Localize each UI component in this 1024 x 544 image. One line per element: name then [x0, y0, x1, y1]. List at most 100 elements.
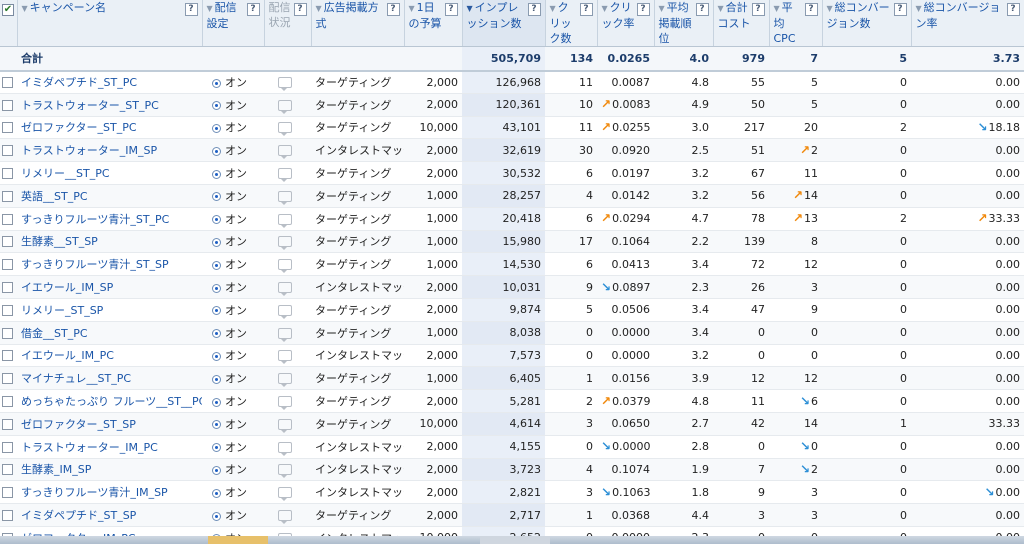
- status-cell[interactable]: オン: [202, 503, 264, 527]
- campaign-name-link[interactable]: すっきりフルーツ青汁_ST_SP: [17, 252, 202, 277]
- state-cell[interactable]: [264, 298, 311, 322]
- speech-bubble-icon[interactable]: [278, 327, 292, 342]
- radio-on-icon[interactable]: [212, 78, 221, 88]
- state-cell[interactable]: [264, 389, 311, 413]
- column-header-method[interactable]: ▼ 広告掲載方式?: [311, 0, 405, 47]
- help-icon[interactable]: ?: [184, 3, 198, 16]
- campaign-name-link[interactable]: イミダペプチド_ST_PC: [17, 70, 202, 94]
- campaign-name-link[interactable]: ゼロファクター_IM_PC: [17, 526, 202, 536]
- column-header-cost[interactable]: ▼ 合計コスト?: [713, 0, 770, 47]
- speech-bubble-icon[interactable]: [278, 168, 292, 183]
- radio-on-icon[interactable]: [212, 146, 221, 156]
- column-header-cvr[interactable]: ▼ 総コンバージョン率?: [911, 0, 1024, 47]
- speech-bubble-icon[interactable]: [278, 350, 292, 365]
- table-row[interactable]: イエウール_IM_PCオンインタレストマッチ2,0007,57300.00003…: [0, 344, 1024, 368]
- status-cell[interactable]: オン: [202, 344, 264, 368]
- state-cell[interactable]: [264, 230, 311, 254]
- speech-bubble-icon[interactable]: [278, 373, 292, 388]
- table-row[interactable]: 英語__ST_PC オン ターゲティング 1,000 28,257 4 0.0142 3.2 5…: [0, 184, 1024, 208]
- column-header-cb[interactable]: ✔: [0, 0, 18, 47]
- state-cell[interactable]: [264, 252, 311, 277]
- status-cell[interactable]: オン: [202, 252, 264, 277]
- column-header-conv[interactable]: ▼ 総コンバージョン数?: [822, 0, 912, 47]
- radio-on-icon[interactable]: [212, 192, 221, 202]
- sort-triangle-icon[interactable]: ▼: [207, 4, 213, 13]
- speech-bubble-icon[interactable]: [278, 236, 292, 251]
- state-cell[interactable]: [264, 503, 311, 527]
- radio-on-icon[interactable]: [212, 351, 221, 361]
- state-cell[interactable]: [264, 93, 311, 117]
- campaign-name-link[interactable]: 生酵素_IM_SP: [17, 458, 202, 482]
- row-checkbox[interactable]: [2, 418, 13, 430]
- table-row[interactable]: トラストウォーター_ST_PC オン ターゲティング 2,000 120,361 10 ↗0…: [0, 93, 1024, 117]
- state-cell[interactable]: [264, 116, 311, 140]
- table-row[interactable]: 生酵素__ST_SP オン ターゲティング 1,000 15,980 17 0.1064 2.…: [0, 230, 1024, 254]
- row-checkbox[interactable]: [2, 190, 13, 202]
- sort-triangle-icon[interactable]: ▼: [409, 4, 415, 13]
- table-row[interactable]: すっきりフルーツ青汁_IM_SPオンインタレストマッチ2,0002,8213↘0…: [0, 480, 1024, 505]
- row-checkbox[interactable]: [2, 99, 13, 111]
- campaign-name-link[interactable]: すっきりフルーツ青汁_ST_PC: [17, 207, 202, 231]
- speech-bubble-icon[interactable]: [278, 487, 292, 502]
- state-cell[interactable]: [264, 161, 311, 185]
- help-icon[interactable]: ?: [751, 3, 765, 16]
- campaign-name-link[interactable]: ゼロファクター_ST_SP: [17, 412, 202, 436]
- radio-on-icon[interactable]: [212, 123, 221, 133]
- help-icon[interactable]: ?: [804, 3, 818, 16]
- help-icon[interactable]: ?: [527, 3, 541, 16]
- state-cell[interactable]: [264, 366, 311, 391]
- speech-bubble-icon[interactable]: [278, 77, 292, 92]
- state-cell[interactable]: [264, 435, 311, 459]
- sort-triangle-icon[interactable]: ▼: [827, 4, 833, 13]
- help-icon[interactable]: ?: [246, 3, 260, 16]
- row-checkbox[interactable]: [2, 304, 13, 316]
- select-all-checkbox[interactable]: ✔: [2, 4, 14, 16]
- table-row[interactable]: マイナチュレ__ST_PC オン ターゲティング 1,000 6,405 1 0.0156 3…: [0, 366, 1024, 391]
- status-cell[interactable]: オン: [202, 116, 264, 140]
- campaign-name-link[interactable]: マイナチュレ__ST_PC: [17, 366, 202, 391]
- sort-triangle-icon[interactable]: ▼: [550, 4, 556, 13]
- table-row[interactable]: 生酵素_IM_SP オン インタレストマッチ 2,000 3,723 4 0.1074 1.9…: [0, 458, 1024, 482]
- status-cell[interactable]: オン: [202, 458, 264, 482]
- campaign-name-link[interactable]: すっきりフルーツ青汁_IM_SP: [17, 480, 202, 505]
- speech-bubble-icon[interactable]: [278, 418, 292, 433]
- column-header-state[interactable]: 配信状況?: [264, 0, 312, 47]
- speech-bubble-icon[interactable]: [278, 99, 292, 114]
- status-cell[interactable]: オン: [202, 480, 264, 505]
- sort-triangle-icon[interactable]: ▼: [718, 4, 724, 13]
- speech-bubble-icon[interactable]: [278, 510, 292, 525]
- radio-on-icon[interactable]: [212, 397, 221, 407]
- state-cell[interactable]: [264, 138, 311, 163]
- radio-on-icon[interactable]: [212, 465, 221, 475]
- speech-bubble-icon[interactable]: [278, 464, 292, 479]
- radio-on-icon[interactable]: [212, 488, 221, 498]
- campaign-name-link[interactable]: イエウール_IM_SP: [17, 275, 202, 299]
- table-row[interactable]: ゼロファクター_ST_PC オン ターゲティング 10,000 43,101 11 ↗0.0…: [0, 116, 1024, 140]
- status-cell[interactable]: オン: [202, 207, 264, 231]
- campaign-name-link[interactable]: 借金__ST_PC: [17, 321, 202, 345]
- row-checkbox[interactable]: [2, 441, 13, 453]
- speech-bubble-icon[interactable]: [278, 282, 292, 297]
- radio-on-icon[interactable]: [212, 443, 221, 453]
- speech-bubble-icon[interactable]: [278, 441, 292, 456]
- row-checkbox[interactable]: [2, 510, 13, 522]
- table-row[interactable]: トラストウォーター_IM_PCオンインタレストマッチ2,0004,1550↘0.…: [0, 435, 1024, 459]
- status-cell[interactable]: オン: [202, 366, 264, 391]
- state-cell[interactable]: [264, 275, 311, 299]
- column-header-budget[interactable]: ▼ 1日の予算?: [404, 0, 463, 47]
- row-checkbox[interactable]: [2, 487, 13, 499]
- status-cell[interactable]: オン: [202, 230, 264, 254]
- row-checkbox[interactable]: [2, 77, 13, 89]
- column-header-clicks[interactable]: ▼ クリック数?: [545, 0, 598, 47]
- help-icon[interactable]: ?: [579, 3, 593, 16]
- radio-on-icon[interactable]: [212, 511, 221, 521]
- column-header-pos[interactable]: ▼ 平均掲載順位?: [654, 0, 714, 47]
- campaign-name-link[interactable]: リメリー__ST_PC: [17, 161, 202, 185]
- row-checkbox[interactable]: [2, 350, 13, 362]
- state-cell[interactable]: [264, 480, 311, 505]
- radio-on-icon[interactable]: [212, 306, 221, 316]
- row-checkbox[interactable]: [2, 396, 13, 408]
- table-row[interactable]: すっきりフルーツ青汁_ST_PC オン ターゲティング 1,000 20,418 6 ↗0.…: [0, 207, 1024, 231]
- campaign-name-link[interactable]: ゼロファクター_ST_PC: [17, 116, 202, 140]
- state-cell[interactable]: [264, 70, 311, 94]
